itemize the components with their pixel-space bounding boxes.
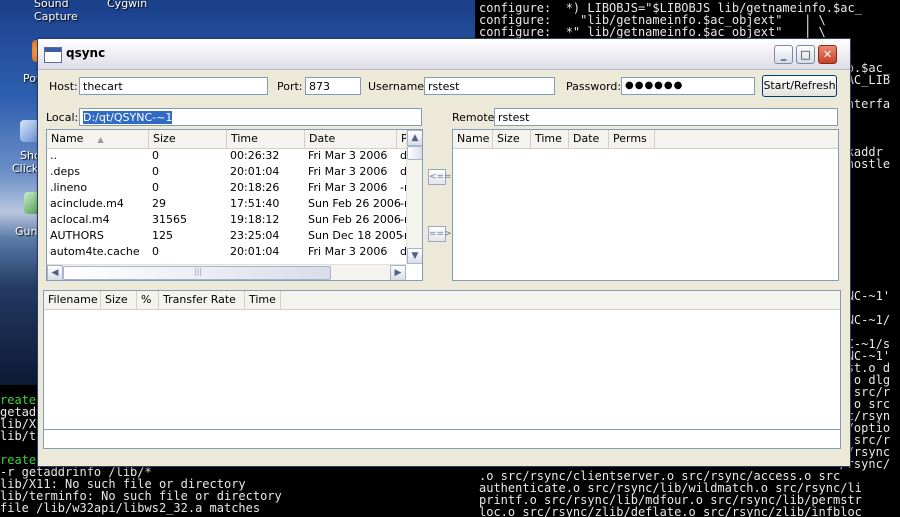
copy-to-remote-button[interactable]: ==> (428, 226, 452, 242)
local-path-input[interactable]: D:/qt/QSYNC-~1 (79, 108, 422, 126)
local-horizontal-scrollbar[interactable]: ◀ ||| ▶ (47, 264, 406, 280)
cell-name: AUTHORS (50, 229, 104, 242)
cell-time: 23:25:04 (230, 229, 280, 242)
remote-label: Remote: (452, 111, 499, 124)
terminal-line: configure: *" lib/getnameinfo.$ac_objext… (479, 25, 826, 39)
cell-name: .deps (50, 165, 80, 178)
scroll-up-icon[interactable]: ▲ (407, 130, 422, 146)
app-window-icon (44, 47, 62, 63)
sort-ascending-icon: ▲ (97, 135, 104, 144)
cell-date: Fri Mar 3 2006 (308, 149, 388, 162)
local-path-selected-text: D:/qt/QSYNC-~1 (83, 111, 173, 124)
transfer-queue-list[interactable]: Filename Size % Transfer Rate Time (43, 290, 841, 433)
cell-time: 00:26:32 (230, 149, 280, 162)
column-header-date[interactable]: Date (569, 130, 609, 148)
remote-path-input[interactable]: rstest (494, 108, 838, 126)
remote-list-header: Name Size Time Date Perms (453, 130, 838, 149)
scroll-thumb[interactable] (407, 146, 422, 160)
terminal-line: lib/t (0, 429, 37, 443)
maximize-icon: □ (800, 48, 811, 61)
column-header-size[interactable]: Size (493, 130, 531, 148)
port-input[interactable]: 873 (305, 77, 361, 95)
column-header-filename[interactable]: Filename (44, 291, 101, 309)
qsync-window: qsync _ □ ✕ Host: thecart Port: 873 User… (37, 38, 851, 467)
cell-date: Fri Mar 3 2006 (308, 181, 388, 194)
transfer-list-header: Filename Size % Transfer Rate Time (44, 291, 840, 310)
close-button[interactable]: ✕ (818, 45, 837, 64)
username-label: Username: (368, 80, 428, 93)
column-header-name[interactable]: Name (453, 130, 493, 148)
cell-time: 17:51:40 (230, 197, 280, 210)
column-header-time[interactable]: Time (531, 130, 569, 148)
cell-time: 20:01:04 (230, 245, 280, 258)
table-row[interactable]: .deps020:01:04Fri Mar 3 2006dr (47, 164, 422, 180)
column-header-date[interactable]: Date (305, 130, 397, 148)
local-label: Local: (46, 111, 79, 124)
column-header-size[interactable]: Size (149, 130, 227, 148)
cell-name: autom4te.cache (50, 245, 140, 258)
host-label: Host: (49, 80, 78, 93)
table-row[interactable]: .lineno020:18:26Fri Mar 3 2006-rv (47, 180, 422, 196)
cell-date: Fri Mar 3 2006 (308, 165, 388, 178)
cell-size: 0 (152, 165, 159, 178)
table-row[interactable]: ..000:26:32Fri Mar 3 2006dr (47, 148, 422, 164)
scroll-right-icon[interactable]: ▶ (390, 265, 406, 280)
cell-size: 0 (152, 245, 159, 258)
terminal-line: file /lib/w32api/libws2_32.a matches (0, 501, 261, 515)
scroll-thumb[interactable]: ||| (63, 266, 331, 280)
minimize-button[interactable]: _ (774, 45, 793, 64)
table-row[interactable]: acinclude.m42917:51:40Sun Feb 26 2006-rv (47, 196, 422, 212)
cell-size: 29 (152, 197, 166, 210)
password-input[interactable]: ●●●●●● (621, 77, 755, 95)
cell-name: acinclude.m4 (50, 197, 124, 210)
cell-time: 20:01:04 (230, 165, 280, 178)
cell-time: 20:18:26 (230, 181, 280, 194)
column-header-transfer-rate[interactable]: Transfer Rate (159, 291, 245, 309)
local-file-list[interactable]: Name ▲ Size Time Date P .. 0 00:26:32 Fri Ma… (46, 129, 423, 281)
cell-time: 19:18:12 (230, 213, 280, 226)
copy-to-local-button[interactable]: <== (428, 169, 452, 185)
table-row[interactable]: AUTHORS12523:25:04Sun Dec 18 2005-rv (47, 228, 422, 244)
port-label: Port: (277, 80, 303, 93)
maximize-button[interactable]: □ (796, 45, 815, 64)
cell-date: Sun Feb 26 2006 (308, 197, 401, 210)
window-title: qsync (66, 46, 106, 60)
cell-date: Fri Mar 3 2006 (308, 245, 388, 258)
local-list-header: Name ▲ Size Time Date P (47, 130, 422, 149)
cell-name: .. (50, 149, 57, 162)
table-row[interactable]: autom4te.cache020:01:04Fri Mar 3 2006dr (47, 244, 422, 260)
remote-file-list[interactable]: Name Size Time Date Perms (452, 129, 839, 281)
minimize-icon: _ (780, 48, 787, 61)
terminal-line: loc.o src/rsync/zlib/deflate.o src/rsync… (479, 505, 862, 517)
start-refresh-button[interactable]: Start/Refresh (762, 75, 837, 97)
cell-size: 31565 (152, 213, 187, 226)
cell-size: 0 (152, 181, 159, 194)
desktop-icon-label-sound[interactable]: Sound Capture (34, 0, 78, 23)
status-field[interactable] (43, 429, 841, 449)
column-header-time[interactable]: Time (227, 130, 305, 148)
column-header-size[interactable]: Size (101, 291, 137, 309)
password-label: Password: (566, 80, 622, 93)
title-bar[interactable]: qsync _ □ ✕ (38, 39, 850, 70)
local-vertical-scrollbar[interactable]: ▲ ▼ (406, 130, 422, 264)
cell-size: 125 (152, 229, 173, 242)
table-row[interactable]: aclocal.m43156519:18:12Sun Feb 26 2006-r… (47, 212, 422, 228)
close-icon: ✕ (822, 48, 833, 61)
cell-size: 0 (152, 149, 159, 162)
column-header-percent[interactable]: % (137, 291, 159, 309)
column-header-perms[interactable]: Perms (609, 130, 655, 148)
desktop-icon-label-cygwin[interactable]: Cygwin (107, 0, 147, 10)
scroll-left-icon[interactable]: ◀ (47, 265, 63, 280)
host-input[interactable]: thecart (79, 77, 268, 95)
cell-name: aclocal.m4 (50, 213, 110, 226)
cell-date: Sun Dec 18 2005 (308, 229, 403, 242)
username-input[interactable]: rstest (424, 77, 555, 95)
cell-date: Sun Feb 26 2006 (308, 213, 401, 226)
column-header-time[interactable]: Time (245, 291, 281, 309)
cell-name: .lineno (50, 181, 88, 194)
scroll-down-icon[interactable]: ▼ (407, 248, 422, 264)
column-header-name[interactable]: Name ▲ (47, 130, 149, 148)
